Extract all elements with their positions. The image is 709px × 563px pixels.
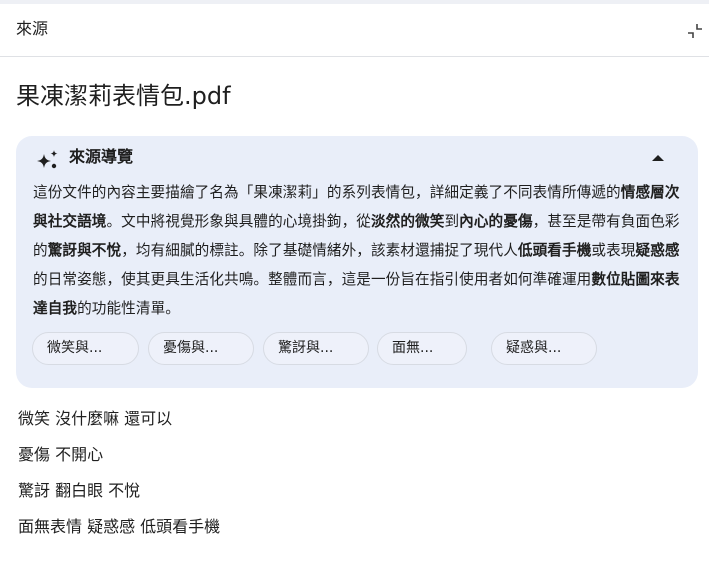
summary-text: 的日常姿態，使其更具生活化共鳴。整體而言，這是一份旨在指引使用者如何準確運用 — [33, 271, 592, 288]
summary-text: 到 — [444, 213, 460, 230]
summary-text: ，均有細膩的標註。除了基礎情緒外，該素材還捕捉了現代人 — [121, 242, 518, 259]
summary-highlight: 低頭看手機 — [517, 242, 592, 259]
collapse-icon[interactable] — [686, 22, 704, 40]
source-guide-title: 來源導覽 — [69, 147, 134, 166]
summary-highlight: 內心的憂傷 — [459, 213, 533, 230]
topic-chip[interactable]: 微笑與... — [32, 332, 139, 365]
summary-text: 的功能性清單。 — [77, 300, 180, 317]
summary-text: 。文中將視覺形象與具體的心境掛鉤，從 — [106, 213, 371, 230]
topic-chip[interactable]: 憂傷與... — [148, 332, 254, 365]
caret-up-icon[interactable] — [648, 150, 668, 164]
panel-header: 來源 — [0, 4, 709, 57]
tag-line: 憂傷 不開心 — [18, 445, 104, 464]
tag-line: 微笑 沒什麼嘛 還可以 — [18, 409, 173, 428]
summary-highlight: 疑惑感 — [635, 242, 680, 259]
tag-line: 面無表情 疑惑感 低頭看手機 — [18, 517, 221, 536]
source-guide-card: 來源導覽 這份文件的內容主要描繪了名為「果凍潔莉」的系列表情包，詳細定義了不同表… — [16, 136, 698, 388]
topic-chip[interactable]: 疑惑與... — [491, 332, 597, 365]
document-title: 果凍潔莉表情包.pdf — [16, 82, 231, 110]
summary-text: 這份文件的內容主要描繪了名為「果凍潔莉」的系列表情包，詳細定義了不同表情所傳遞的 — [33, 184, 621, 201]
topic-chip[interactable]: 面無... — [377, 332, 467, 365]
summary-highlight: 驚訝與不悅 — [47, 242, 122, 259]
topic-chips: 微笑與... 憂傷與... 驚訝與... 面無... 疑惑與... — [32, 332, 672, 366]
topic-chip[interactable]: 驚訝與... — [263, 332, 369, 365]
source-guide-summary: 這份文件的內容主要描繪了名為「果凍潔莉」的系列表情包，詳細定義了不同表情所傳遞的… — [33, 178, 683, 323]
tag-line: 驚訝 翻白眼 不悅 — [18, 481, 141, 500]
summary-highlight: 淡然的微笑 — [370, 213, 445, 230]
sparkle-icon — [34, 148, 60, 172]
summary-text: 或表現 — [591, 242, 636, 259]
panel-title: 來源 — [16, 19, 49, 38]
